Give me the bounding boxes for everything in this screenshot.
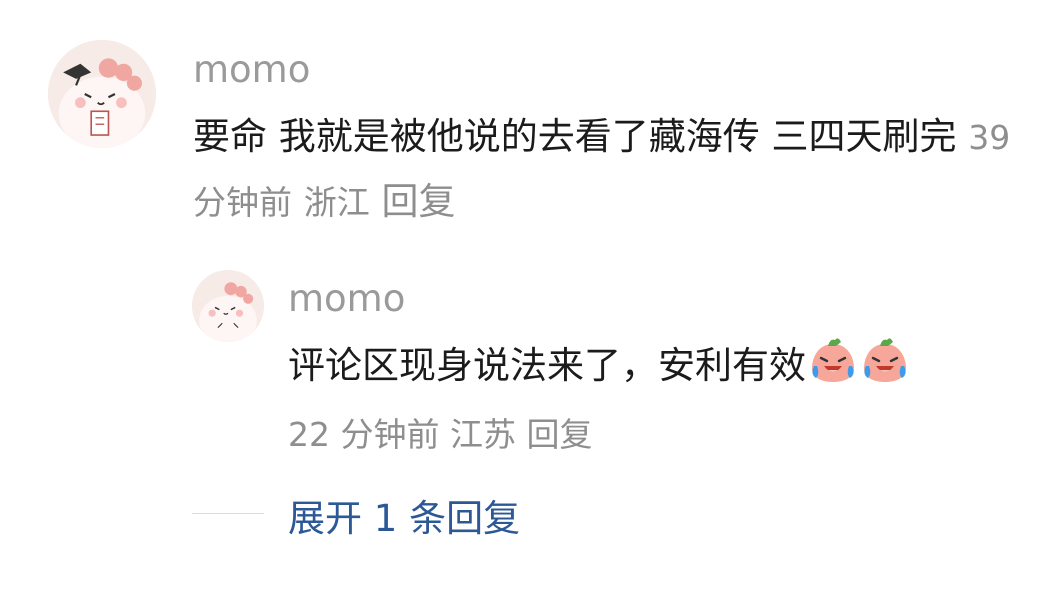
reply-location: 江苏 (449, 415, 516, 454)
reply-time: 22 分钟前 (288, 415, 440, 454)
avatar[interactable] (192, 270, 264, 342)
avatar[interactable] (48, 40, 156, 148)
reply-meta: 22 分钟前 江苏 回复 (288, 408, 592, 456)
username[interactable]: momo (288, 277, 405, 320)
reply-button[interactable]: 回复 (382, 180, 456, 223)
mascot-avatar-icon (48, 40, 156, 148)
comment-location: 浙江 (303, 183, 370, 222)
username[interactable]: momo (193, 48, 310, 91)
mascot-avatar-icon (192, 270, 264, 342)
reply-button[interactable]: 回复 (526, 415, 592, 454)
laughing-crying-emoji-icon (808, 336, 858, 400)
reply-text: 评论区现身说法来了，安利有效 (288, 344, 806, 387)
expand-replies-button[interactable]: 展开 1 条回复 (288, 488, 520, 542)
comment-text-block: 要命 我就是被他说的去看了藏海传 三四天刷完 39 分钟前 浙江 回复 (193, 105, 1013, 235)
reply-text-block: 评论区现身说法来了，安利有效 (288, 336, 1008, 400)
laughing-crying-emoji-icon (860, 336, 910, 400)
comment-text: 要命 我就是被他说的去看了藏海传 三四天刷完 (193, 115, 957, 158)
expand-divider (192, 513, 264, 514)
